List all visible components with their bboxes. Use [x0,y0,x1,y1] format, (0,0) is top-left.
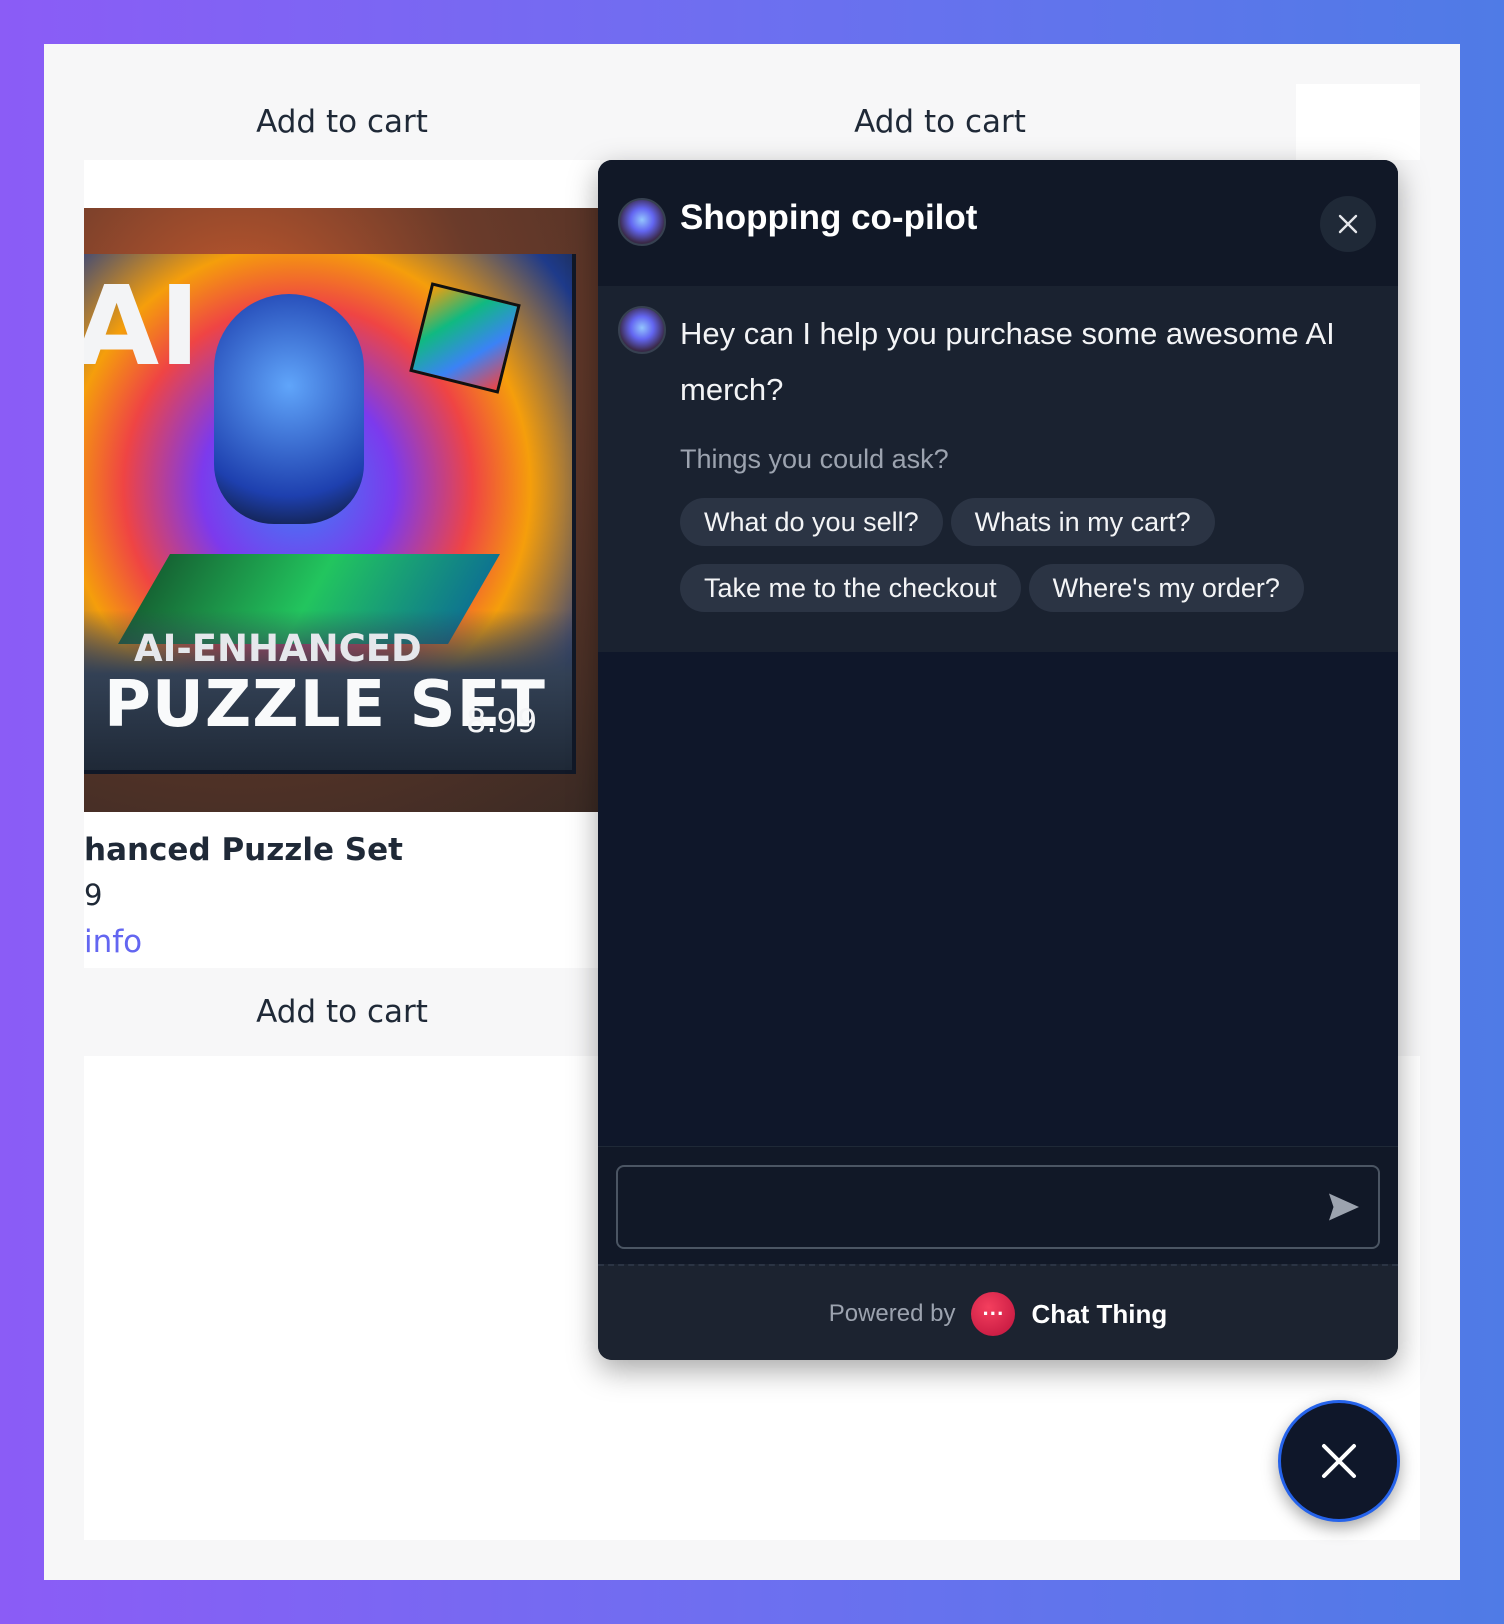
toggle-chat-button[interactable] [1278,1400,1400,1522]
bot-avatar-icon [618,306,666,354]
product-card-top [84,160,600,208]
cube-illustration [409,282,521,394]
close-icon [1322,1444,1356,1478]
box-label-price: 8.99 [466,702,538,740]
powered-by-label: Powered by [828,1300,956,1327]
bot-message-text: Hey can I help you purchase some awesome… [680,316,1335,407]
box-art-text: AI [84,262,201,390]
more-info-link[interactable]: info [84,924,142,960]
suggestions-label: Things you could ask? [680,444,949,474]
suggestion-chip[interactable]: What do you sell? [680,498,943,546]
suggestion-chip[interactable]: Where's my order? [1028,564,1304,612]
add-to-cart-button[interactable]: Add to cart [648,84,1232,160]
product-price: 9 [84,878,103,912]
chat-header: Shopping co-pilot [598,160,1398,287]
suggestion-chip[interactable]: Take me to the checkout [680,564,1021,612]
chat-widget: Shopping co-pilot Hey can I help you pur… [598,160,1398,1360]
bot-avatar-icon [618,198,666,246]
chat-footer: Powered by ··· Chat Thing [598,1264,1398,1360]
close-icon [1338,214,1358,234]
chat-thing-logo-icon: ··· [971,1292,1016,1336]
head-illustration [214,294,364,524]
product-image[interactable]: AI AI-ENHANCED PUZZLE SET 8.99 [84,208,600,812]
puzzle-box-image: AI AI-ENHANCED PUZZLE SET 8.99 [84,254,576,774]
box-label-line1: AI-ENHANCED [134,627,422,670]
add-to-cart-button[interactable]: Add to cart [84,968,600,1056]
chat-input-area [598,1146,1398,1265]
add-to-cart-button[interactable]: Add to cart [84,84,600,160]
product-title[interactable]: hanced Puzzle Set [84,832,403,868]
brand-name[interactable]: Chat Thing [1031,1299,1167,1330]
send-icon[interactable] [1326,1189,1362,1225]
close-chat-button[interactable] [1320,196,1376,252]
product-card-edge [1296,84,1420,160]
bot-message: Hey can I help you purchase some awesome… [598,286,1398,652]
chat-title: Shopping co-pilot [680,198,978,237]
suggestion-chips: What do you sell? Whats in my cart? Take… [680,498,1360,612]
suggestion-chip[interactable]: Whats in my cart? [950,498,1215,546]
chat-input[interactable] [616,1165,1380,1249]
